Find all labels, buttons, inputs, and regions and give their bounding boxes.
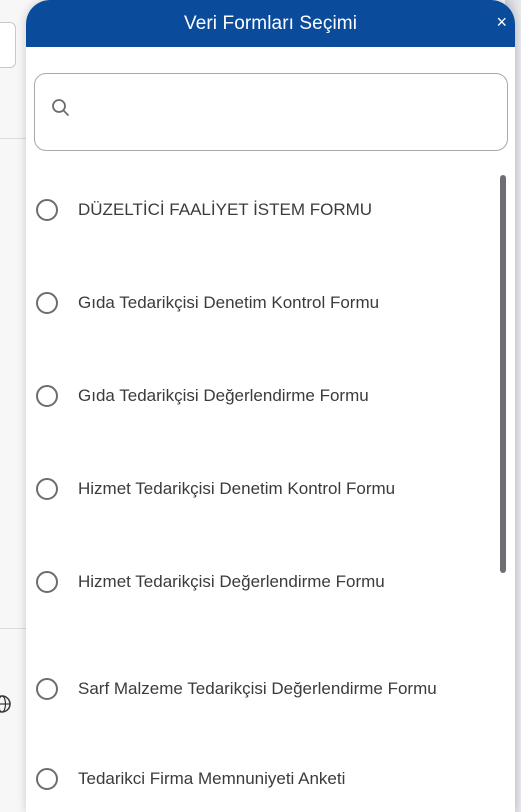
radio-button[interactable] <box>36 571 58 593</box>
modal-title: Veri Formları Seçimi <box>183 12 358 34</box>
scrollbar[interactable] <box>500 175 506 573</box>
form-option-label: Gıda Tedarikçisi Değerlendirme Formu <box>78 386 369 405</box>
search-input[interactable] <box>83 92 487 134</box>
form-selection-modal: Veri Formları Seçimi × DÜZELTİCİ FAALİYE… <box>26 0 515 812</box>
radio-button[interactable] <box>36 478 58 500</box>
radio-button[interactable] <box>36 678 58 700</box>
form-option[interactable]: Hizmet Tedarikçisi Denetim Kontrol Formu <box>26 464 496 514</box>
search-icon <box>49 96 73 120</box>
close-icon[interactable]: × <box>496 12 507 32</box>
radio-button[interactable] <box>36 768 58 790</box>
radio-button[interactable] <box>36 292 58 314</box>
form-option[interactable]: Hizmet Tedarikçisi Değerlendirme Formu <box>26 557 496 607</box>
list-fade <box>26 792 515 812</box>
form-list: DÜZELTİCİ FAALİYET İSTEM FORMU Gıda Teda… <box>26 160 515 812</box>
form-option[interactable]: DÜZELTİCİ FAALİYET İSTEM FORMU <box>26 185 496 235</box>
form-option-label: Tedarikci Firma Memnuniyeti Anketi <box>78 769 346 788</box>
form-option-label: Hizmet Tedarikçisi Değerlendirme Formu <box>78 572 385 591</box>
form-option[interactable]: Sarf Malzeme Tedarikçisi Değerlendirme F… <box>26 664 496 714</box>
form-option[interactable]: Gıda Tedarikçisi Değerlendirme Formu <box>26 371 496 421</box>
form-option[interactable]: Gıda Tedarikçisi Denetim Kontrol Formu <box>26 278 496 328</box>
radio-button[interactable] <box>36 199 58 221</box>
background-input <box>0 22 16 68</box>
form-option-label: Hizmet Tedarikçisi Denetim Kontrol Formu <box>78 479 396 498</box>
modal-header: Veri Formları Seçimi × <box>26 0 515 47</box>
form-option-label: Gıda Tedarikçisi Denetim Kontrol Formu <box>78 293 380 312</box>
search-box[interactable] <box>34 73 508 151</box>
globe-icon[interactable] <box>0 694 12 714</box>
form-option-label: DÜZELTİCİ FAALİYET İSTEM FORMU <box>78 200 373 219</box>
radio-button[interactable] <box>36 385 58 407</box>
form-option-label: Sarf Malzeme Tedarikçisi Değerlendirme F… <box>78 679 437 698</box>
